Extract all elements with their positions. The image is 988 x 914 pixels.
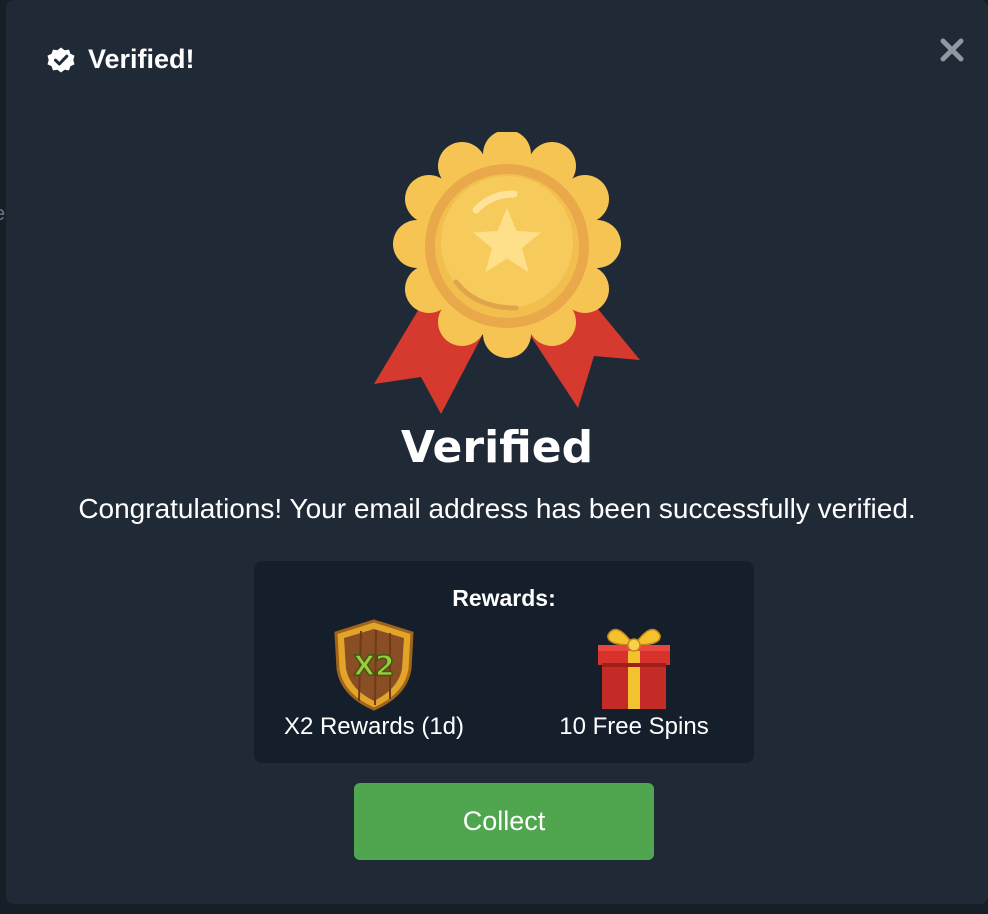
- rewards-panel: Rewards: X2 X2 Rewards (1d) 10 Free Spin…: [254, 561, 754, 763]
- verified-message: Congratulations! Your email address has …: [78, 493, 916, 524]
- close-icon: [940, 38, 964, 62]
- gold-medal-icon: [374, 132, 640, 414]
- x2-shield-icon: X2: [334, 619, 414, 711]
- verified-badge-icon: [47, 47, 75, 72]
- reward-item-free-spins: 10 Free Spins: [514, 617, 754, 741]
- rewards-title: Rewards:: [452, 585, 556, 611]
- gift-box-icon: [598, 628, 670, 709]
- close-button[interactable]: [938, 36, 966, 64]
- reward-label-free-spins: 10 Free Spins: [559, 713, 709, 740]
- verified-title: Verified: [400, 422, 594, 473]
- reward-item-x2: X2 X2 Rewards (1d): [254, 617, 494, 741]
- svg-text:X2: X2: [353, 649, 394, 682]
- verification-modal: Verified! Verified Congratulations! Your…: [6, 0, 988, 904]
- modal-header-title: Verified!: [88, 44, 195, 74]
- modal-header: Verified!: [46, 44, 195, 75]
- reward-label-x2: X2 Rewards (1d): [283, 713, 465, 740]
- collect-button[interactable]: Collect: [354, 783, 654, 860]
- background-text-fragment: e: [0, 203, 5, 226]
